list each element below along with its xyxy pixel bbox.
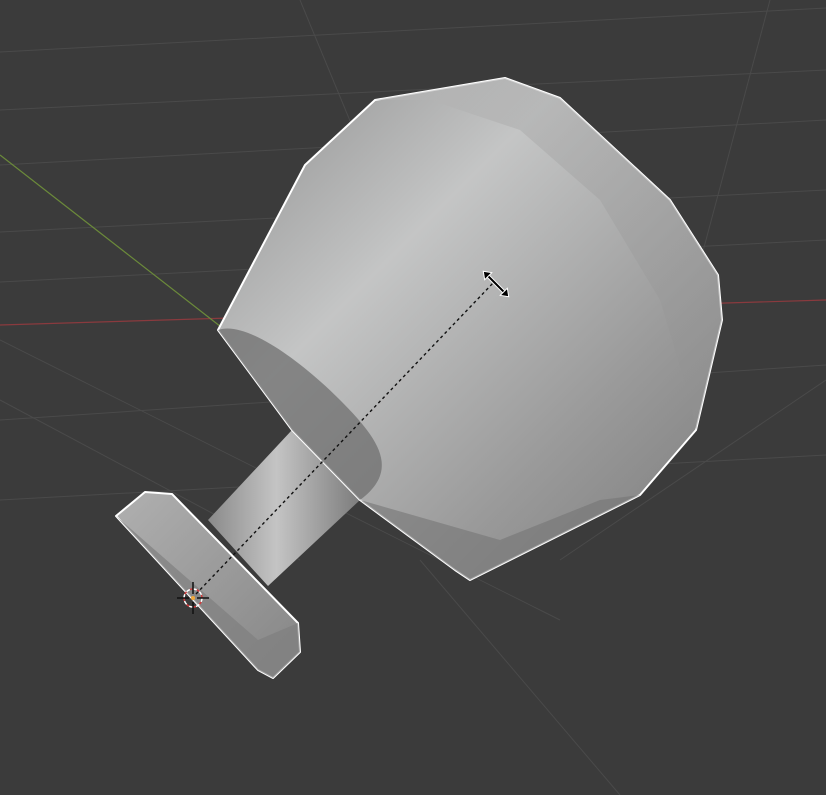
3d-viewport[interactable] <box>0 0 826 795</box>
